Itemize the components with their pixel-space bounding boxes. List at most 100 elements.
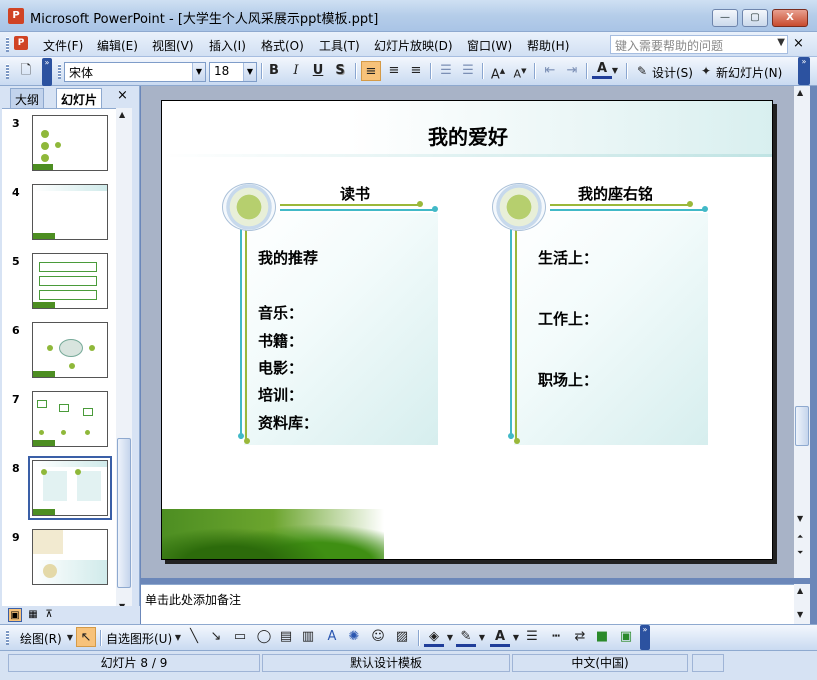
template-status[interactable]: 默认设计模板 xyxy=(262,654,510,672)
3d-style-icon[interactable]: ▣ xyxy=(616,627,636,647)
scroll-up-icon[interactable]: ▲ xyxy=(797,586,803,595)
new-document-icon[interactable]: 🗋 xyxy=(16,61,36,81)
tab-outline[interactable]: 大纲 xyxy=(10,88,45,108)
scroll-down-icon[interactable]: ▼ xyxy=(797,610,803,619)
decrease-indent-icon[interactable]: ⇤ xyxy=(540,61,560,81)
notes-placeholder[interactable]: 单击此处添加备注 xyxy=(145,591,241,608)
clipart-icon[interactable]: ☺ xyxy=(368,627,388,647)
document-close-icon[interactable]: × xyxy=(793,36,804,51)
toolbar-options-icon[interactable]: » xyxy=(42,58,52,86)
normal-view-icon[interactable]: ▣ xyxy=(8,608,22,622)
menubar-grip[interactable] xyxy=(6,37,9,52)
select-arrow-icon[interactable]: ↖ xyxy=(76,627,96,647)
decrease-font-icon[interactable]: A▼ xyxy=(510,61,530,81)
training-label[interactable]: 培训： xyxy=(258,384,303,405)
scroll-thumb[interactable] xyxy=(117,438,131,588)
vertical-textbox-icon[interactable]: ▥ xyxy=(298,627,318,647)
new-slide-button[interactable]: 新幻灯片(N) xyxy=(716,64,782,81)
picture-icon[interactable]: ▨ xyxy=(392,627,412,647)
close-button[interactable]: X xyxy=(772,9,808,27)
oval-icon[interactable]: ◯ xyxy=(254,627,274,647)
next-slide-icon[interactable]: ⏷ xyxy=(797,548,803,558)
arrow-style-icon[interactable]: ⇄ xyxy=(570,627,590,647)
pane-close-icon[interactable]: × xyxy=(117,88,128,103)
new-slide-icon[interactable]: ✦ xyxy=(696,61,716,81)
toolbar-options-icon[interactable]: » xyxy=(798,57,810,85)
chevron-down-icon[interactable]: ▼ xyxy=(777,37,785,48)
draw-menu-button[interactable]: 绘图(R) xyxy=(20,630,62,647)
menu-window[interactable]: 窗口(W) xyxy=(464,36,515,55)
align-center-icon[interactable]: ≡ xyxy=(384,61,404,81)
menu-insert[interactable]: 插入(I) xyxy=(206,36,249,55)
restore-button[interactable]: ▢ xyxy=(742,9,768,27)
bold-button[interactable]: B xyxy=(264,61,284,81)
movies-label[interactable]: 电影： xyxy=(258,357,303,378)
increase-indent-icon[interactable]: ⇥ xyxy=(562,61,582,81)
chevron-down-icon[interactable]: ▼ xyxy=(192,63,205,81)
help-search-input[interactable]: 键入需要帮助的问题 ▼ xyxy=(610,35,788,54)
line-icon[interactable]: ╲ xyxy=(184,627,204,647)
document-icon[interactable]: P xyxy=(14,36,28,50)
menu-file[interactable]: 文件(F) xyxy=(40,36,86,55)
resources-label[interactable]: 资料库： xyxy=(258,412,318,433)
italic-button[interactable]: I xyxy=(286,61,306,81)
menu-tools[interactable]: 工具(T) xyxy=(316,36,363,55)
menu-format[interactable]: 格式(O) xyxy=(258,36,307,55)
slides-scrollbar[interactable]: ▲ ▼ xyxy=(116,108,132,616)
align-right-icon[interactable]: ≡ xyxy=(406,61,426,81)
scroll-thumb[interactable] xyxy=(795,406,809,446)
rectangle-icon[interactable]: ▭ xyxy=(230,627,250,647)
menu-slideshow[interactable]: 幻灯片放映(D) xyxy=(371,36,456,55)
editor-scrollbar[interactable]: ▲ ▼ ⏶ ⏷ xyxy=(794,86,810,578)
scroll-up-icon[interactable]: ▲ xyxy=(119,110,125,119)
slide-thumbnail[interactable]: 6 xyxy=(2,322,116,382)
autoshape-button[interactable]: 自选图形(U) xyxy=(106,630,172,647)
notes-scrollbar[interactable]: ▲ ▼ xyxy=(794,584,810,624)
toolbar-grip[interactable] xyxy=(6,64,9,79)
numbered-list-icon[interactable]: ☰ xyxy=(436,61,456,81)
chevron-down-icon[interactable]: ▼ xyxy=(472,628,492,648)
current-slide[interactable]: 我的爱好 读书 我的推荐 音乐： 书籍： 电影： 培训： 资料库： 我的座右铭 … xyxy=(161,100,773,560)
work-label[interactable]: 工作上： xyxy=(538,308,598,329)
chevron-down-icon[interactable]: ▼ xyxy=(610,61,620,81)
slide-thumbnail[interactable]: 3 xyxy=(2,115,116,175)
font-color-icon[interactable]: A xyxy=(592,61,612,79)
notes-pane[interactable]: 单击此处添加备注 xyxy=(141,584,794,624)
slideshow-view-icon[interactable]: ⊼ xyxy=(42,608,56,622)
reading-heading[interactable]: 读书 xyxy=(340,183,370,204)
font-size-select[interactable]: 18 ▼ xyxy=(209,62,257,82)
font-name-select[interactable]: 宋体 ▼ xyxy=(64,62,206,82)
slide-title[interactable]: 我的爱好 xyxy=(162,121,772,150)
wordart-icon[interactable]: A xyxy=(322,627,342,647)
slide-thumbnail[interactable]: 5 xyxy=(2,253,116,313)
shadow-style-icon[interactable]: ■ xyxy=(592,627,612,647)
textbox-icon[interactable]: ▤ xyxy=(276,627,296,647)
slide-thumbnail-selected[interactable]: 8 xyxy=(2,456,116,520)
toolbar-options-icon[interactable]: » xyxy=(640,625,650,650)
slide-thumbnail[interactable]: 4 xyxy=(2,184,116,244)
design-icon[interactable]: ✎ xyxy=(632,61,652,81)
scroll-up-icon[interactable]: ▲ xyxy=(797,88,803,97)
dash-style-icon[interactable]: ┅ xyxy=(546,627,566,647)
menu-edit[interactable]: 编辑(E) xyxy=(94,36,141,55)
career-label[interactable]: 职场上： xyxy=(538,369,598,390)
chevron-down-icon[interactable]: ▼ xyxy=(243,63,256,81)
life-label[interactable]: 生活上： xyxy=(538,247,598,268)
shadow-button[interactable]: S xyxy=(330,61,350,81)
tab-slides[interactable]: 幻灯片 xyxy=(56,88,103,108)
menu-help[interactable]: 帮助(H) xyxy=(524,36,572,55)
menu-view[interactable]: 视图(V) xyxy=(149,36,197,55)
powerpoint-app-icon[interactable]: P xyxy=(8,8,24,24)
previous-slide-icon[interactable]: ⏶ xyxy=(797,532,803,542)
motto-heading[interactable]: 我的座右铭 xyxy=(578,183,653,204)
design-button[interactable]: 设计(S) xyxy=(652,64,693,81)
slide-thumbnail[interactable]: 7 xyxy=(2,391,116,451)
minimize-button[interactable]: — xyxy=(712,9,738,27)
music-label[interactable]: 音乐： xyxy=(258,302,303,323)
underline-button[interactable]: U xyxy=(308,61,328,81)
increase-font-icon[interactable]: A▲ xyxy=(488,61,508,82)
bulleted-list-icon[interactable]: ☰ xyxy=(458,61,478,81)
diagram-icon[interactable]: ✺ xyxy=(344,627,364,647)
slide-sorter-icon[interactable]: ▦ xyxy=(26,608,40,622)
arrow-line-icon[interactable]: ↘ xyxy=(206,627,226,647)
